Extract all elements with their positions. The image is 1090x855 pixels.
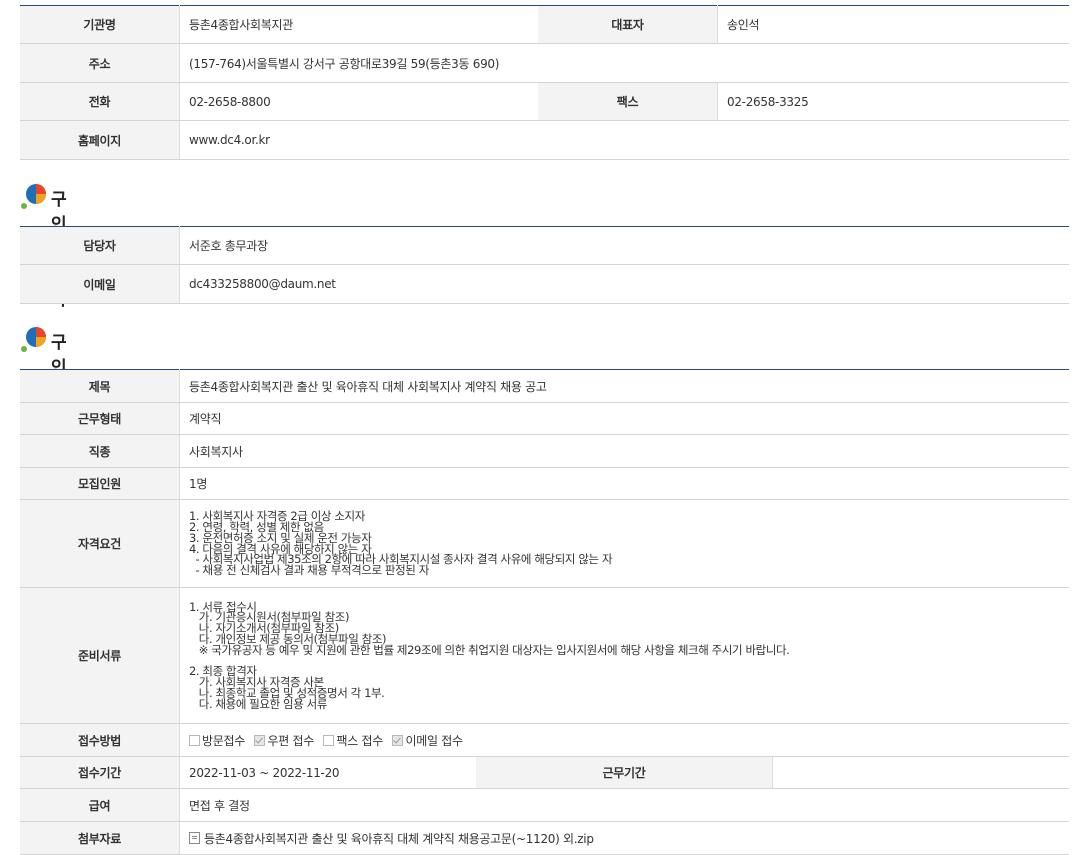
requirement-line: - 채용 전 신체검사 결과 채용 부적격으로 판정된 자	[189, 563, 430, 578]
salary-label: 급여	[20, 788, 180, 822]
method-label: 접수방법	[20, 723, 180, 757]
method-option-email[interactable]: 이메일 접수	[392, 733, 463, 748]
document-line: 다. 채용에 필요한 임용 서류	[189, 696, 328, 711]
manager-label: 담당자	[20, 226, 180, 265]
requirements-value: 1. 사회복지사 자격증 2급 이상 소지자 2. 연령, 학력, 성별 제한 …	[179, 499, 1069, 588]
checkbox-icon[interactable]	[189, 734, 200, 746]
homepage-link[interactable]: www.dc4.or.kr	[179, 120, 1069, 160]
section-bullet-icon	[21, 184, 46, 209]
salary-value: 면접 후 결정	[179, 788, 1069, 822]
work-type-label: 근무형태	[20, 402, 180, 435]
table-row: 급여 면접 후 결정	[20, 788, 1069, 822]
email-value[interactable]: dc433258800@daum.net	[179, 264, 1069, 304]
job-kind-value: 사회복지사	[179, 434, 1069, 468]
period-value: 2022-11-03 ~ 2022-11-20	[179, 756, 476, 789]
table-row: 담당자 서준호 총무과장	[20, 226, 1069, 265]
homepage-label: 홈페이지	[20, 120, 180, 160]
option-label: 우편 접수	[267, 733, 314, 748]
fax-label: 팩스	[538, 82, 718, 121]
documents-label: 준비서류	[20, 587, 180, 724]
contact-table: 담당자 서준호 총무과장 이메일 dc433258800@daum.net	[20, 226, 1069, 304]
table-row: 첨부자료 등촌4종합사회복지관 출산 및 육아휴직 대체 계약직 채용공고문(~…	[20, 821, 1069, 855]
attachment-cell: 등촌4종합사회복지관 출산 및 육아휴직 대체 계약직 채용공고문(~1120)…	[179, 821, 1069, 855]
job-kind-label: 직종	[20, 434, 180, 468]
checkbox-checked-icon[interactable]	[392, 734, 404, 746]
manager-value: 서준호 총무과장	[179, 226, 1069, 265]
work-type-value: 계약직	[179, 402, 1069, 435]
job-info-table: 제목 등촌4종합사회복지관 출산 및 육아휴직 대체 사회복지사 계약직 채용 …	[20, 369, 1069, 855]
method-option-visit[interactable]: 방문접수	[189, 734, 245, 748]
documents-value: 1. 서류 접수시 가. 기관응시원서(첨부파일 참조) 나. 자기소개서(첨부…	[179, 587, 1069, 724]
period-label: 접수기간	[20, 756, 180, 789]
option-label: 팩스 접수	[336, 733, 383, 748]
title-label: 제목	[20, 369, 180, 403]
org-info-table: 기관명 등촌4종합사회복지관 대표자 송인석 주소 (157-764)서울특별시…	[20, 5, 1069, 160]
phone-label: 전화	[20, 82, 180, 121]
address-label: 주소	[20, 43, 180, 83]
table-row: 직종 사회복지사	[20, 434, 1069, 468]
representative-label: 대표자	[538, 5, 718, 44]
table-row: 전화 02-2658-8800 팩스 02-2658-3325	[20, 82, 1069, 121]
table-row: 자격요건 1. 사회복지사 자격증 2급 이상 소지자 2. 연령, 학력, 성…	[20, 499, 1069, 588]
checkbox-icon[interactable]	[323, 734, 335, 746]
section-bullet-icon	[21, 327, 46, 352]
headcount-value: 1명	[179, 467, 1069, 500]
table-row: 주소 (157-764)서울특별시 강서구 공항대로39길 59(등촌3동 69…	[20, 43, 1069, 83]
address-value: (157-764)서울특별시 강서구 공항대로39길 59(등촌3동 690)	[179, 43, 1069, 83]
method-options: 방문접수 우편 접수 팩스 접수 이메일 접수	[179, 723, 1069, 757]
checkbox-checked-icon[interactable]	[254, 734, 266, 746]
method-option-mail[interactable]: 우편 접수	[254, 733, 314, 748]
attachment-label: 첨부자료	[20, 821, 180, 855]
table-row: 홈페이지 www.dc4.or.kr	[20, 120, 1069, 160]
fax-value: 02-2658-3325	[717, 82, 1069, 121]
headcount-label: 모집인원	[20, 467, 180, 500]
document-line: ※ 국가유공자 등 예우 및 지원에 관한 법률 제29조에 의한 취업지원 대…	[189, 642, 790, 657]
option-label: 방문접수	[202, 733, 245, 748]
title-value: 등촌4종합사회복지관 출산 및 육아휴직 대체 사회복지사 계약직 채용 공고	[179, 369, 1069, 403]
email-label: 이메일	[20, 264, 180, 304]
table-row: 이메일 dc433258800@daum.net	[20, 264, 1069, 304]
work-period-value	[772, 756, 1069, 789]
table-row: 접수방법 방문접수 우편 접수 팩스 접수 이메일 접수	[20, 723, 1069, 757]
table-row: 기관명 등촌4종합사회복지관 대표자 송인석	[20, 5, 1069, 44]
table-row: 접수기간 2022-11-03 ~ 2022-11-20 근무기간	[20, 756, 1069, 789]
org-name-label: 기관명	[20, 5, 180, 44]
table-row: 근무형태 계약직	[20, 402, 1069, 435]
method-option-fax[interactable]: 팩스 접수	[323, 733, 383, 748]
option-label: 이메일 접수	[405, 733, 463, 748]
org-name-value: 등촌4종합사회복지관	[179, 5, 538, 44]
file-icon	[189, 831, 200, 844]
work-period-label: 근무기간	[476, 756, 773, 789]
table-row: 제목 등촌4종합사회복지관 출산 및 육아휴직 대체 사회복지사 계약직 채용 …	[20, 369, 1069, 403]
table-row: 모집인원 1명	[20, 467, 1069, 500]
phone-value: 02-2658-8800	[179, 82, 538, 121]
representative-value: 송인석	[717, 5, 1069, 44]
attachment-link[interactable]: 등촌4종합사회복지관 출산 및 육아휴직 대체 계약직 채용공고문(~1120)…	[204, 832, 594, 846]
requirements-label: 자격요건	[20, 499, 180, 588]
table-row: 준비서류 1. 서류 접수시 가. 기관응시원서(첨부파일 참조) 나. 자기소…	[20, 587, 1069, 724]
